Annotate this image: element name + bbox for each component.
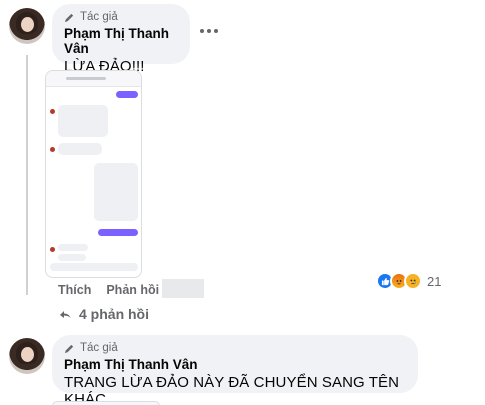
reaction-count: 21 xyxy=(427,273,442,289)
comment-attachment-image[interactable] xyxy=(45,70,142,278)
pencil-icon xyxy=(64,13,74,22)
comment-bubble: Tác giả Phạm Thị Thanh Vân LỪA ĐẢO!!! xyxy=(52,4,190,75)
like-button[interactable]: Thích xyxy=(58,283,91,297)
author-badge-label: Tác giả xyxy=(80,11,118,23)
view-replies-link[interactable]: 4 phản hồi xyxy=(58,306,149,322)
comment-bubble: Tác giả Phạm Thị Thanh Vân TRANG LỪA ĐẢO… xyxy=(52,335,418,405)
more-options-icon[interactable] xyxy=(200,29,218,33)
avatar[interactable] xyxy=(9,8,45,44)
pencil-icon xyxy=(64,344,74,353)
author-name[interactable]: Phạm Thị Thanh Vân xyxy=(64,357,406,372)
author-badge: Tác giả xyxy=(64,11,178,23)
comment-actions: Thích Phản hồi xyxy=(58,283,159,297)
author-badge: Tác giả xyxy=(64,342,406,354)
avatar[interactable] xyxy=(9,338,45,374)
blurred-region xyxy=(162,279,204,298)
reaction-summary[interactable]: 21 xyxy=(376,272,441,290)
author-badge-label: Tác giả xyxy=(80,342,118,354)
replies-count-label: 4 phản hồi xyxy=(79,306,149,322)
author-name[interactable]: Phạm Thị Thanh Vân xyxy=(64,26,178,56)
sad-icon xyxy=(404,272,422,290)
comment-thread-line xyxy=(26,55,28,295)
reply-button[interactable]: Phản hồi xyxy=(106,283,159,297)
reply-arrow-icon xyxy=(60,311,71,318)
comment-attachment-preview[interactable] xyxy=(52,401,160,405)
